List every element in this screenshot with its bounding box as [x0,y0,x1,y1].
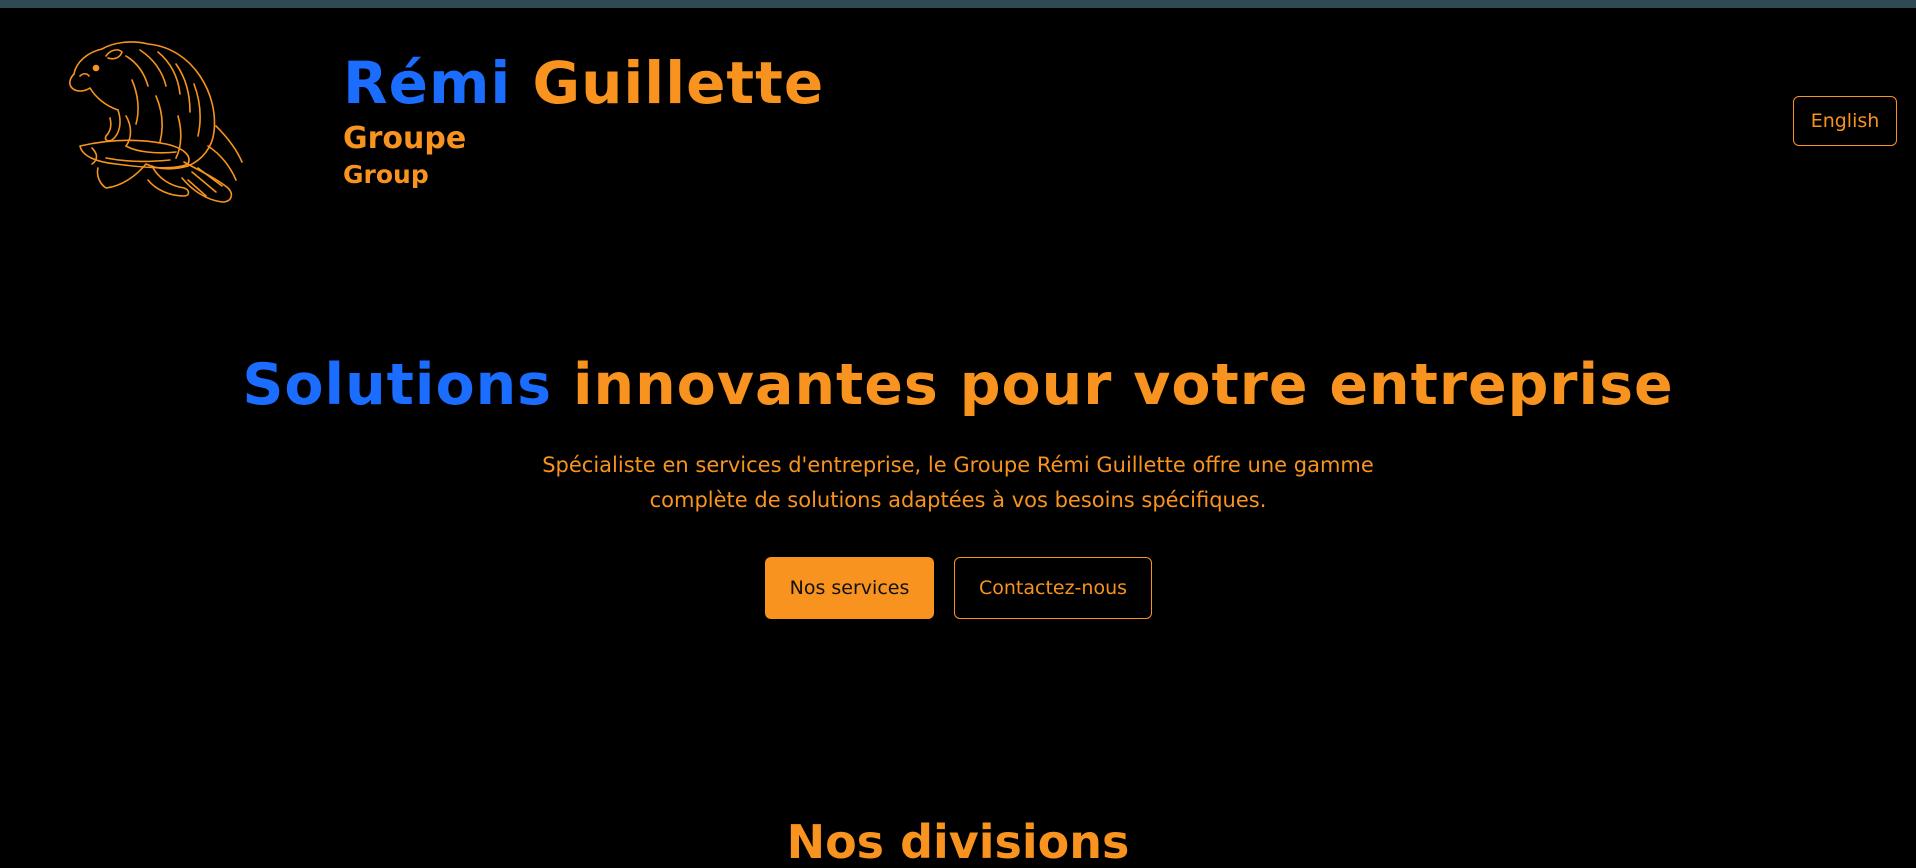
services-button[interactable]: Nos services [765,557,934,619]
brand-last-name: Guillette [532,49,825,117]
beaver-logo-icon[interactable] [66,36,266,208]
brand-first-name: Rémi [343,49,512,117]
hero-description-line-2: complète de solutions adaptées à vos bes… [649,488,1267,512]
contact-button[interactable]: Contactez-nous [954,557,1152,619]
brand-title: Rémi Guillette [343,46,824,120]
top-accent-bar [0,0,1916,8]
brand-subtitle-fr: Groupe [343,121,467,156]
brand-block[interactable]: Rémi Guillette Groupe Group [343,46,824,192]
language-toggle-button[interactable]: English [1793,96,1897,146]
hero-title-highlight: Solutions [242,352,553,418]
hero-title-rest: innovantes pour votre entreprise [572,352,1674,418]
hero-description: Spécialiste en services d'entreprise, le… [508,448,1408,518]
divisions-section-title: Nos divisions [786,815,1130,868]
hero-title: Solutions innovantes pour votre entrepri… [0,346,1916,424]
brand-subtitle-en: Group [343,160,429,189]
hero-description-line-1: Spécialiste en services d'entreprise, le… [542,453,1374,477]
